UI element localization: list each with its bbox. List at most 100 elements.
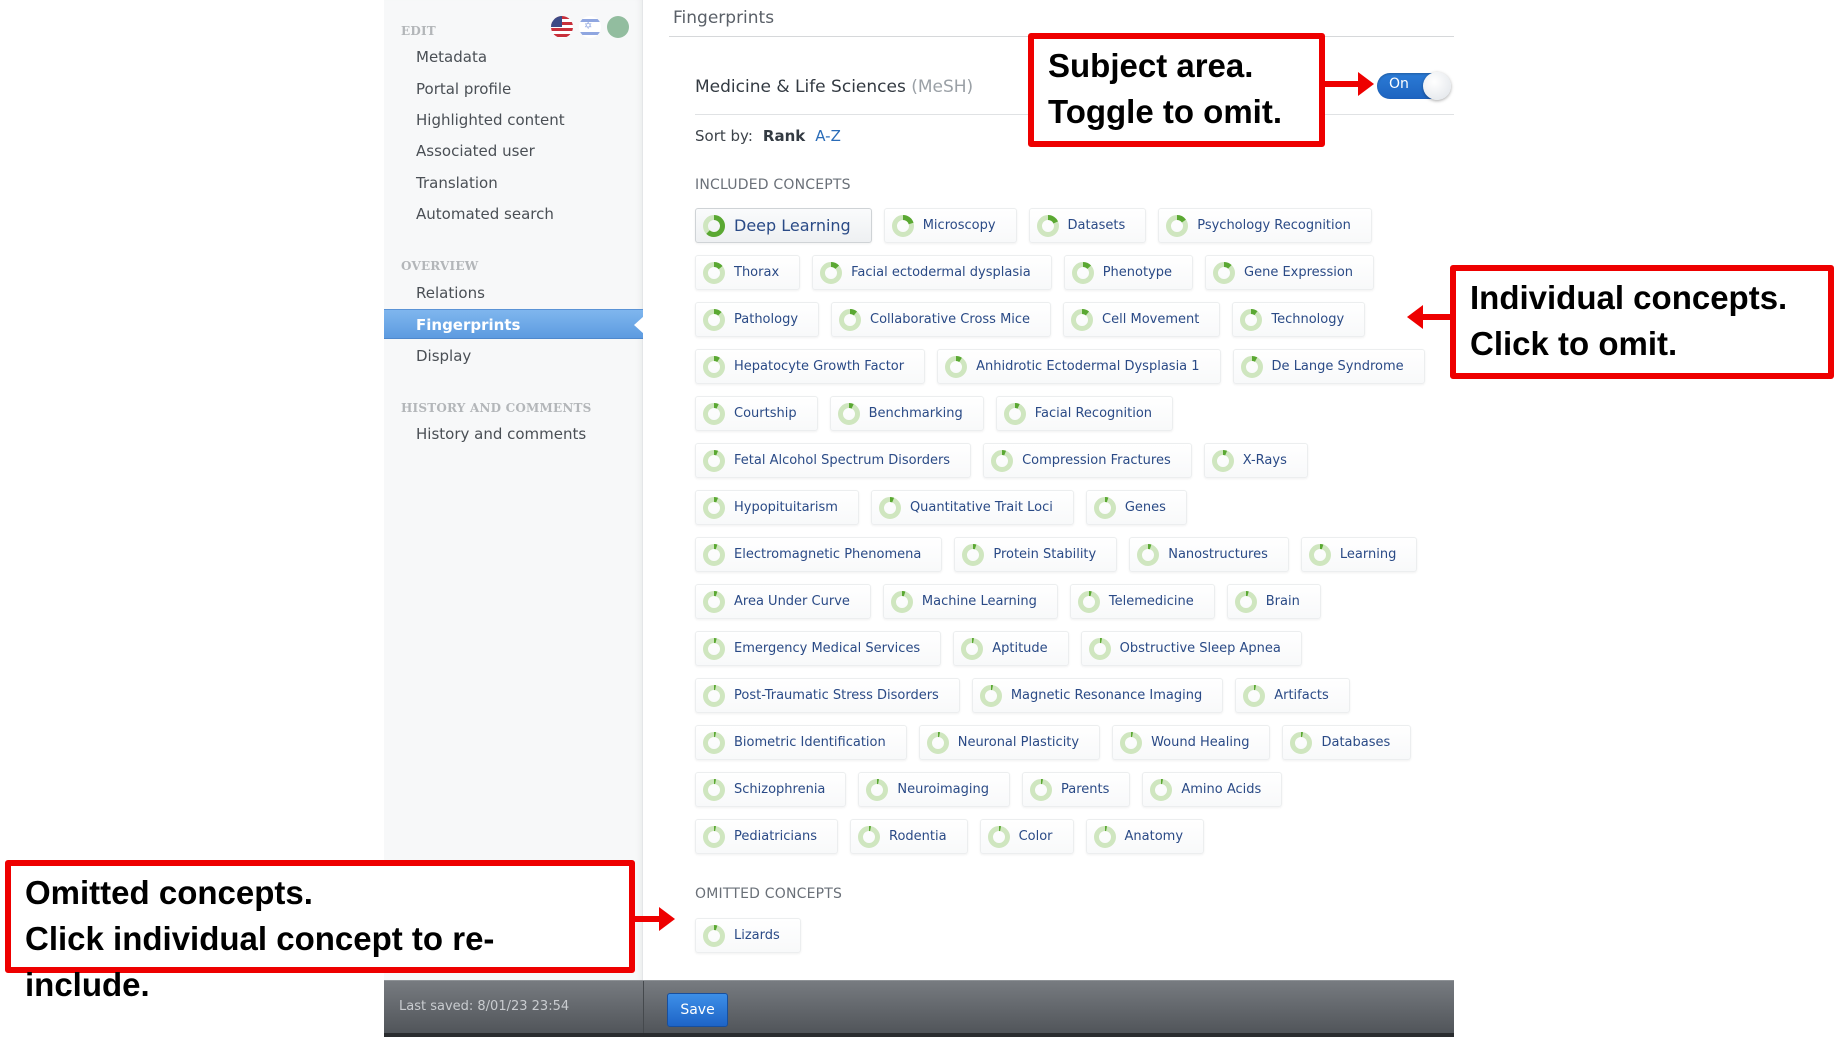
concept-label: Microscopy: [922, 218, 996, 233]
concept-label: Fetal Alcohol Spectrum Disorders: [734, 453, 951, 468]
concept-chip[interactable]: Phenotype: [1063, 255, 1194, 290]
concept-chip[interactable]: Machine Learning: [882, 584, 1058, 619]
ring-track: [1290, 731, 1313, 754]
concept-label: Genes: [1124, 500, 1166, 515]
concept-label: Pathology: [734, 312, 799, 327]
us-flag-icon[interactable]: [551, 16, 573, 38]
concept-chip[interactable]: Thorax: [695, 255, 801, 290]
concept-label: Emergency Medical Services: [734, 641, 921, 656]
concept-chip[interactable]: Telemedicine: [1069, 584, 1215, 619]
concept-chip[interactable]: Fetal Alcohol Spectrum Disorders: [695, 443, 972, 478]
concept-chip[interactable]: Protein Stability: [954, 537, 1118, 572]
concept-chip[interactable]: Anatomy: [1085, 819, 1205, 854]
ring-track: [1234, 590, 1257, 613]
sidebar-item-highlighted-content[interactable]: Highlighted content: [384, 105, 643, 135]
concept-chip[interactable]: Parents: [1021, 772, 1131, 807]
sidebar-item-display[interactable]: Display: [384, 341, 643, 371]
concept-chip[interactable]: Collaborative Cross Mice: [831, 302, 1052, 337]
concept-chip[interactable]: Compression Fractures: [983, 443, 1192, 478]
sidebar-section-edit: EDIT: [401, 24, 436, 38]
concept-weight-ring-icon: [1071, 308, 1094, 331]
concept-chip[interactable]: Facial ectodermal dysplasia: [812, 255, 1052, 290]
sidebar-item-portal-profile[interactable]: Portal profile: [384, 74, 643, 104]
israel-flag-icon[interactable]: [579, 16, 601, 38]
concept-chip[interactable]: X-Rays: [1203, 443, 1308, 478]
concept-weight-ring-icon: [837, 402, 860, 425]
sidebar-item-metadata[interactable]: Metadata: [384, 42, 643, 72]
concept-chip[interactable]: Databases: [1282, 725, 1412, 760]
concept-chip[interactable]: Courtship: [695, 396, 818, 431]
ring-track: [703, 355, 725, 378]
ring-track: [703, 924, 725, 947]
concept-chip[interactable]: Brain: [1226, 584, 1321, 619]
concept-chip[interactable]: Technology: [1232, 302, 1366, 337]
ring-track: [1243, 684, 1266, 707]
subject-area-toggle[interactable]: On: [1377, 72, 1451, 100]
concept-chip[interactable]: Benchmarking: [829, 396, 984, 431]
concept-label: Brain: [1265, 594, 1300, 609]
concept-chip[interactable]: Wound Healing: [1112, 725, 1271, 760]
concept-chip[interactable]: Deep Learning: [695, 208, 872, 243]
concept-label: Rodentia: [889, 829, 947, 844]
concept-weight-ring-icon: [1234, 590, 1257, 613]
concept-label: Lizards: [734, 928, 780, 943]
concept-weight-ring-icon: [1150, 778, 1173, 801]
concept-weight-ring-icon: [703, 731, 725, 754]
concept-chip[interactable]: Hypopituitarism: [695, 490, 859, 525]
concept-label: Compression Fractures: [1022, 453, 1171, 468]
annotation-concepts-arrow: [1407, 305, 1450, 329]
save-button[interactable]: Save: [667, 993, 728, 1027]
concept-chip[interactable]: Nanostructures: [1129, 537, 1289, 572]
concept-label: Wound Healing: [1151, 735, 1250, 750]
toggle-knob[interactable]: [1423, 72, 1451, 100]
concept-chip[interactable]: Color: [979, 819, 1074, 854]
concept-chip[interactable]: Biometric Identification: [695, 725, 907, 760]
concept-chip[interactable]: Quantitative Trait Loci: [870, 490, 1074, 525]
concept-chip[interactable]: Schizophrenia: [695, 772, 847, 807]
concept-chip[interactable]: Learning: [1300, 537, 1418, 572]
sidebar-item-automated-search[interactable]: Automated search: [384, 199, 643, 229]
concept-chip[interactable]: De Lange Syndrome: [1232, 349, 1425, 384]
ring-track: [703, 731, 725, 754]
concept-chip[interactable]: Anhidrotic Ectodermal Dysplasia 1: [937, 349, 1221, 384]
concept-chip[interactable]: Hepatocyte Growth Factor: [695, 349, 926, 384]
concept-chip[interactable]: Psychology Recognition: [1158, 208, 1372, 243]
ring-track: [1240, 308, 1263, 331]
concept-chip[interactable]: Electromagnetic Phenomena: [695, 537, 943, 572]
concept-chip[interactable]: Post-Traumatic Stress Disorders: [695, 678, 960, 713]
concept-label: Neuronal Plasticity: [957, 735, 1080, 750]
concept-chip[interactable]: Pediatricians: [695, 819, 838, 854]
concept-chip[interactable]: Gene Expression: [1205, 255, 1375, 290]
sort-label: Sort by:: [695, 127, 753, 145]
concept-chip[interactable]: Neuroimaging: [858, 772, 1010, 807]
concept-chip[interactable]: Facial Recognition: [995, 396, 1174, 431]
sidebar-item-fingerprints[interactable]: Fingerprints: [384, 309, 644, 339]
concept-chip[interactable]: Genes: [1085, 490, 1187, 525]
concept-chip[interactable]: Amino Acids: [1142, 772, 1283, 807]
sidebar-item-history-and-comments[interactable]: History and comments: [384, 419, 643, 449]
sidebar-item-relations[interactable]: Relations: [384, 278, 643, 308]
concept-chip[interactable]: Pathology: [695, 302, 820, 337]
sidebar-item-translation[interactable]: Translation: [384, 168, 643, 198]
subject-area: Medicine & Life Sciences (MeSH): [695, 77, 973, 97]
concept-chip[interactable]: Obstructive Sleep Apnea: [1080, 631, 1302, 666]
concept-label: Artifacts: [1274, 688, 1329, 703]
status-circle-icon[interactable]: [607, 16, 629, 38]
concept-chip[interactable]: Neuronal Plasticity: [918, 725, 1101, 760]
concept-chip[interactable]: Magnetic Resonance Imaging: [971, 678, 1224, 713]
concept-label: Aptitude: [992, 641, 1048, 656]
concept-chip[interactable]: Lizards: [695, 918, 801, 953]
sidebar-item-associated-user[interactable]: Associated user: [384, 136, 643, 166]
concept-chip[interactable]: Artifacts: [1235, 678, 1350, 713]
annotation-subject-arrow: [1325, 72, 1374, 96]
concept-chip[interactable]: Datasets: [1028, 208, 1147, 243]
concept-chip[interactable]: Rodentia: [850, 819, 968, 854]
concept-chip[interactable]: Emergency Medical Services: [695, 631, 942, 666]
sort-az-option[interactable]: A-Z: [815, 127, 841, 145]
concept-chip[interactable]: Microscopy: [883, 208, 1017, 243]
concept-chip[interactable]: Area Under Curve: [695, 584, 871, 619]
sort-rank-option[interactable]: Rank: [763, 127, 805, 145]
concept-label: Phenotype: [1102, 265, 1173, 280]
concept-chip[interactable]: Cell Movement: [1063, 302, 1221, 337]
concept-chip[interactable]: Aptitude: [953, 631, 1069, 666]
